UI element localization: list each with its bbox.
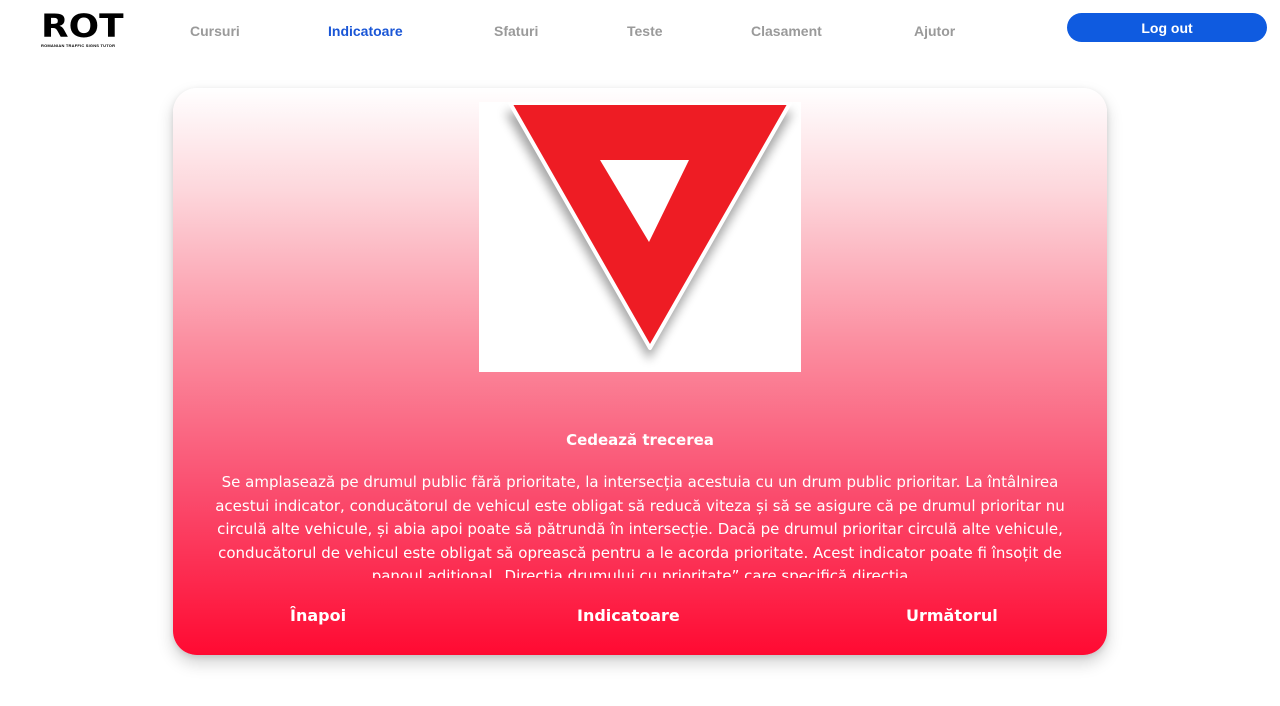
nav-clasament[interactable]: Clasament bbox=[751, 23, 822, 39]
sign-description: Se amplasează pe drumul public fără prio… bbox=[215, 473, 1065, 578]
logout-button[interactable]: Log out bbox=[1067, 13, 1267, 42]
index-button[interactable]: Indicatoare bbox=[577, 606, 680, 625]
sign-title: Cedează trecerea bbox=[566, 431, 714, 449]
yield-sign-icon bbox=[505, 102, 793, 360]
logo-text: ROT bbox=[41, 7, 124, 45]
nav-indicatoare[interactable]: Indicatoare bbox=[328, 23, 403, 39]
sign-card: Cedează trecerea Se amplasează pe drumul… bbox=[173, 88, 1107, 655]
nav-teste[interactable]: Teste bbox=[627, 23, 663, 39]
sign-image bbox=[479, 102, 801, 372]
nav-cursuri[interactable]: Cursuri bbox=[190, 23, 240, 39]
back-button[interactable]: Înapoi bbox=[290, 606, 346, 625]
nav-ajutor[interactable]: Ajutor bbox=[914, 23, 955, 39]
next-button[interactable]: Următorul bbox=[906, 606, 998, 625]
logo[interactable]: ROT ROMANIAN TRAFFIC SIGNS TUTOR bbox=[41, 10, 133, 48]
nav-sfaturi[interactable]: Sfaturi bbox=[494, 23, 538, 39]
